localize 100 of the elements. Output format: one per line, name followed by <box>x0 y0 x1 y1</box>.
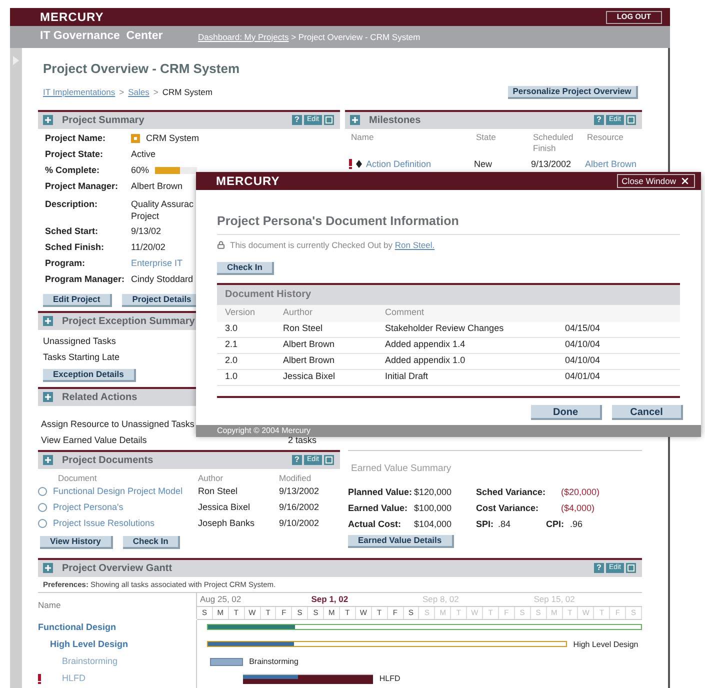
document-link[interactable]: Project Persona's <box>53 500 124 514</box>
table-cell-text: New <box>474 158 494 170</box>
program-link[interactable]: Enterprise IT <box>131 256 183 270</box>
table-cell-text: 2.0 <box>225 354 239 368</box>
document-link[interactable]: Functional Design Project Model <box>53 484 183 498</box>
bar-label: High Level Design <box>573 638 638 650</box>
minimize-icon[interactable] <box>324 455 334 465</box>
expand-icon[interactable] <box>43 455 53 465</box>
metric-label: Sched Variance: <box>476 486 547 499</box>
radio-button[interactable] <box>38 487 47 496</box>
project-icon <box>131 134 140 143</box>
milestone-link[interactable]: Action Definition <box>366 158 432 171</box>
help-button[interactable]: ? <box>292 455 302 465</box>
user-link[interactable]: Ron Steel. <box>394 240 435 250</box>
table-cell-text: Albert Brown <box>283 354 336 368</box>
field-label: Program: <box>45 256 86 270</box>
table-cell-text: 04/01/04 <box>565 370 602 384</box>
dialog-button[interactable]: Done <box>531 404 602 420</box>
document-link[interactable]: Project Issue Resolutions <box>53 516 155 530</box>
table-cell-text: Ron Steel <box>198 484 239 498</box>
task-link[interactable]: Functional Design <box>38 621 116 635</box>
expand-icon[interactable] <box>43 316 53 326</box>
panel-title: Project Summary <box>62 114 144 128</box>
field-label: % Complete: <box>45 164 101 177</box>
column-header: Name <box>351 132 375 144</box>
field-value: 9/13/02 <box>131 224 162 236</box>
breadcrumb-link[interactable]: IT Implementations <box>43 86 116 99</box>
table-cell-text: 1.0 <box>225 370 239 384</box>
breadcrumb-link[interactable]: Sales <box>128 86 150 99</box>
task-link[interactable]: High Level Design <box>50 638 128 652</box>
expand-icon[interactable] <box>43 392 53 402</box>
table-cell-text: Jessica Bixel <box>198 500 252 514</box>
metric-value: $120,000 <box>414 486 452 499</box>
table-cell-text: 2.1 <box>225 338 239 352</box>
check-in-button[interactable]: Check In <box>217 262 274 274</box>
field-value: Active <box>131 148 156 160</box>
column-header: Version <box>225 306 256 320</box>
radio-button[interactable] <box>38 519 47 528</box>
help-button[interactable]: ? <box>594 563 604 573</box>
column-header: Author <box>198 472 224 484</box>
table-cell-text: Added appendix 1.0 <box>385 354 466 368</box>
expand-icon[interactable] <box>350 115 360 125</box>
metric-value: $100,000 <box>414 502 452 515</box>
panel-button[interactable]: Check In <box>122 536 180 548</box>
week-label: Aug 25, 02 <box>199 592 242 606</box>
panel-title: Project Overview Gantt <box>62 562 172 576</box>
related-action[interactable]: View Earned Value Details <box>41 434 288 448</box>
metric-label: Cost Variance: <box>476 502 540 515</box>
expand-icon[interactable] <box>43 115 53 125</box>
table-cell-text: Initial Draft <box>385 370 430 384</box>
panel-button[interactable]: View History <box>40 536 113 548</box>
expand-icon[interactable] <box>43 563 53 573</box>
column-header: Aurthor <box>283 306 314 320</box>
field-label: Project State: <box>45 148 104 161</box>
table-cell-text: 9/13/2002 <box>531 158 572 170</box>
field-label: Project Name: <box>45 132 107 145</box>
logo: MERCURY <box>216 173 280 190</box>
field-value: Quality Assurac Project <box>131 198 194 222</box>
personalize-button[interactable]: Personalize Project Overview <box>508 86 638 99</box>
week-label: Sep 15, 02 <box>532 592 576 606</box>
field-value: CRM System <box>146 132 200 145</box>
metric-label: Planned Value: <box>348 486 414 499</box>
field-label: Sched Finish: <box>45 240 106 254</box>
close-window-button[interactable]: Close Window <box>616 174 695 188</box>
table-cell-text: Ron Steel <box>283 322 324 336</box>
column-header: Scheduled Finish <box>533 132 574 154</box>
app-title: IT Governance Center <box>40 29 164 44</box>
table-cell-text: 9/13/2002 <box>279 484 320 498</box>
history-title: Document History <box>225 288 312 302</box>
table-cell-text: Stakeholder Review Changes <box>385 322 505 336</box>
logo: MERCURY <box>40 9 104 26</box>
bar-label: HLFD <box>379 672 400 684</box>
metric-value: .96 <box>570 518 583 531</box>
help-button[interactable]: ? <box>292 115 302 125</box>
task-count: 2 tasks <box>288 434 317 447</box>
minimize-icon[interactable] <box>324 115 334 125</box>
exception-details-button[interactable]: Exception Details <box>43 368 136 382</box>
panel-button[interactable]: Edit Project <box>43 294 112 306</box>
breadcrumb-link[interactable]: Dashboard: My Projects <box>198 30 289 44</box>
resource-link[interactable]: Albert Brown <box>585 158 642 171</box>
dialog-title: Project Persona's Document Information <box>217 212 680 235</box>
table-cell-text: 3.0 <box>225 322 239 336</box>
table-cell-text: Joseph Banks <box>198 516 256 530</box>
task-link[interactable]: HLFD <box>62 672 86 686</box>
help-button[interactable]: ? <box>594 115 604 125</box>
column-header: State <box>476 132 497 144</box>
table-cell-text: 9/16/2002 <box>279 500 320 514</box>
radio-button[interactable] <box>38 503 47 512</box>
panel-title: Related Actions <box>62 390 138 404</box>
week-label: Sep 1, 02 <box>310 592 350 606</box>
field-value: 11/20/02 <box>131 240 166 252</box>
minimize-icon[interactable] <box>626 563 636 573</box>
field-value: 60% <box>131 164 150 176</box>
minimize-icon[interactable] <box>626 115 636 125</box>
metric-value: ($20,000) <box>561 486 600 499</box>
field-value: Cindy Stoddard <box>131 272 194 284</box>
earned-value-button[interactable]: Earned Value Details <box>348 534 454 548</box>
dialog-button[interactable]: Cancel <box>612 404 683 420</box>
column-header: Name <box>38 599 61 612</box>
task-link[interactable]: Brainstorming <box>62 655 118 669</box>
